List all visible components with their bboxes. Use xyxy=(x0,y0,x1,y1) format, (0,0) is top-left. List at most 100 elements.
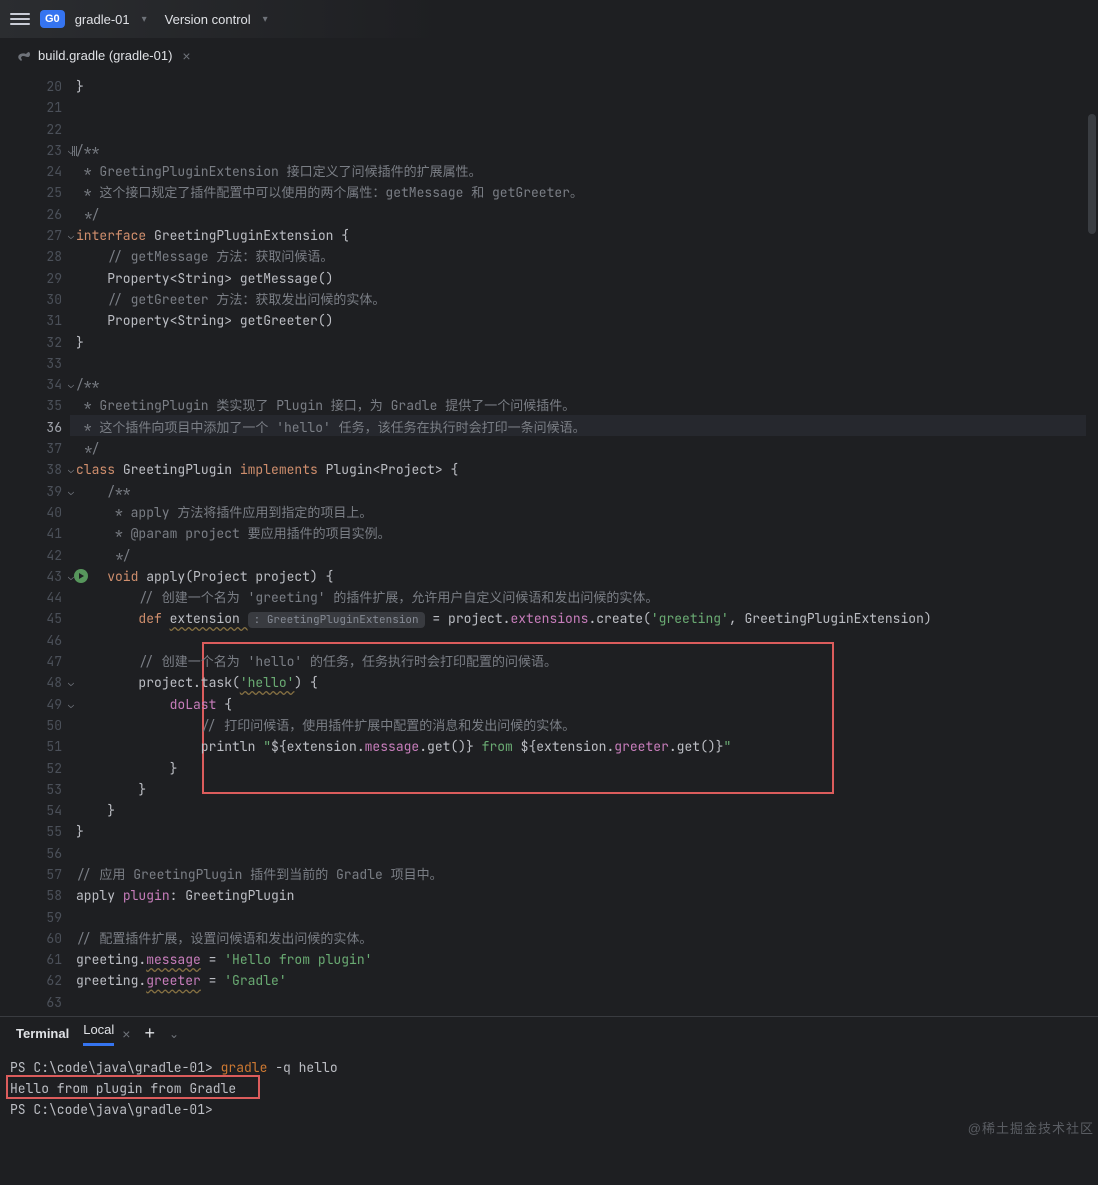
project-badge: G0 xyxy=(40,10,65,28)
chevron-down-icon[interactable]: ▾ xyxy=(263,14,268,25)
editor-tab[interactable]: build.gradle (gradle-01) × xyxy=(10,44,197,68)
gutter-row: 41 xyxy=(0,523,70,544)
code-line[interactable] xyxy=(76,907,1098,928)
tab-filename: build.gradle (gradle-01) xyxy=(38,48,172,63)
gutter-row: 61 xyxy=(0,949,70,970)
code-line[interactable]: // 应用 GreetingPlugin 插件到当前的 Gradle 项目中。 xyxy=(76,864,1098,885)
gutter-row: 43⌄ xyxy=(0,566,70,587)
code-line[interactable]: */ xyxy=(76,204,1098,225)
code-line[interactable]: */ xyxy=(76,438,1098,459)
code-line[interactable]: * @param project 要应用插件的项目实例。 xyxy=(76,523,1098,544)
code-line[interactable]: // 打印问候语，使用插件扩展中配置的消息和发出问候的实体。 xyxy=(76,715,1098,736)
gutter-row: 57 xyxy=(0,864,70,885)
gutter-row: 44 xyxy=(0,587,70,608)
code-content[interactable]: } /** * GreetingPluginExtension 接口定义了问候插件… xyxy=(70,74,1098,1016)
code-line[interactable]: def extension : GreetingPluginExtension … xyxy=(76,608,1098,629)
gutter-row: 26 xyxy=(0,204,70,225)
code-line[interactable] xyxy=(76,843,1098,864)
code-line[interactable]: * 这个接口规定了插件配置中可以使用的两个属性：getMessage 和 get… xyxy=(76,182,1098,203)
code-line[interactable]: project.task('hello') { xyxy=(76,672,1098,693)
gutter-row: 37 xyxy=(0,438,70,459)
code-line[interactable] xyxy=(76,630,1098,651)
close-icon[interactable]: × xyxy=(182,48,190,64)
chevron-down-icon[interactable]: ▾ xyxy=(142,14,147,25)
code-line[interactable]: // 创建一个名为 'hello' 的任务，任务执行时会打印配置的问候语。 xyxy=(76,651,1098,672)
code-line[interactable]: doLast { xyxy=(76,694,1098,715)
gutter-row: 36 xyxy=(0,417,70,438)
close-icon[interactable]: × xyxy=(122,1026,130,1042)
code-line[interactable]: * GreetingPlugin 类实现了 Plugin 接口，为 Gradle… xyxy=(76,395,1098,416)
gutter-row: 29 xyxy=(0,268,70,289)
code-line[interactable]: * apply 方法将插件应用到指定的项目上。 xyxy=(76,502,1098,523)
code-line[interactable]: * GreetingPluginExtension 接口定义了问候插件的扩展属性… xyxy=(76,161,1098,182)
version-control-menu[interactable]: Version control xyxy=(165,12,251,27)
gutter-row: 23⌄ xyxy=(0,140,70,161)
gutter-row: 49⌄ xyxy=(0,694,70,715)
gutter-row: 22 xyxy=(0,119,70,140)
code-editor[interactable]: 20212223⌄24252627⌄28293031323334⌄3536373… xyxy=(0,74,1098,1016)
code-line[interactable]: /** xyxy=(76,140,1098,161)
gutter-row: 63 xyxy=(0,992,70,1013)
terminal-tab-local[interactable]: Local xyxy=(83,1022,114,1046)
gutter-row: 35 xyxy=(0,395,70,416)
watermark: @稀土掘金技术社区 xyxy=(968,1118,1094,1137)
code-line[interactable]: void apply(Project project) { xyxy=(76,566,1098,587)
code-line[interactable]: } xyxy=(76,821,1098,842)
code-line[interactable]: interface GreetingPluginExtension { xyxy=(76,225,1098,246)
code-line[interactable] xyxy=(76,353,1098,374)
code-line[interactable]: greeting.greeter = 'Gradle' xyxy=(76,970,1098,991)
inlay-hint: : GreetingPluginExtension xyxy=(248,612,425,628)
code-line[interactable]: */ xyxy=(76,545,1098,566)
code-line[interactable]: // 配置插件扩展，设置问候语和发出问候的实体。 xyxy=(76,928,1098,949)
code-line[interactable]: /** xyxy=(76,374,1098,395)
code-line[interactable] xyxy=(76,119,1098,140)
gutter-row: 52 xyxy=(0,758,70,779)
code-line[interactable]: // 创建一个名为 'greeting' 的插件扩展，允许用户自定义问候语和发出… xyxy=(76,587,1098,608)
plus-icon[interactable]: + xyxy=(144,1023,155,1044)
gutter-row: 53 xyxy=(0,779,70,800)
terminal-title[interactable]: Terminal xyxy=(16,1026,69,1041)
code-line[interactable]: // getGreeter 方法：获取发出问候的实体。 xyxy=(76,289,1098,310)
code-line[interactable]: /** xyxy=(76,481,1098,502)
code-line[interactable]: } xyxy=(76,332,1098,353)
gutter-row: 42 xyxy=(0,545,70,566)
gutter-row: 48⌄ xyxy=(0,672,70,693)
terminal-tab-bar: Terminal Local × + ⌄ xyxy=(0,1017,1098,1051)
editor-tab-bar: build.gradle (gradle-01) × xyxy=(0,38,1098,74)
code-line[interactable] xyxy=(76,992,1098,1013)
gutter-row: 30 xyxy=(0,289,70,310)
code-line[interactable]: } xyxy=(76,779,1098,800)
gutter-row: 55 xyxy=(0,821,70,842)
terminal-panel: Terminal Local × + ⌄ PS C:\code\java\gra… xyxy=(0,1016,1098,1184)
code-line[interactable]: apply plugin: GreetingPlugin xyxy=(76,885,1098,906)
gutter-row: 39⌄ xyxy=(0,481,70,502)
code-line[interactable]: } xyxy=(76,800,1098,821)
code-line[interactable]: greeting.message = 'Hello from plugin' xyxy=(76,949,1098,970)
gutter-row: 31 xyxy=(0,310,70,331)
gutter-row: 25 xyxy=(0,182,70,203)
chevron-down-icon[interactable]: ⌄ xyxy=(169,1027,179,1041)
code-line[interactable]: Property<String> getMessage() xyxy=(76,268,1098,289)
gutter-row: 59 xyxy=(0,907,70,928)
gutter-row: 51 xyxy=(0,736,70,757)
gutter-row: 47 xyxy=(0,651,70,672)
code-line[interactable]: } xyxy=(76,758,1098,779)
gutter-row: 28 xyxy=(0,246,70,267)
code-line[interactable]: // getMessage 方法：获取问候语。 xyxy=(76,246,1098,267)
gutter-row: 62 xyxy=(0,970,70,991)
code-line[interactable]: println "${extension.message.get()} from… xyxy=(76,736,1098,757)
terminal-output[interactable]: PS C:\code\java\gradle-01> gradle -q hel… xyxy=(0,1051,1098,1126)
gutter-row: 27⌄ xyxy=(0,225,70,246)
gutter-row: 56 xyxy=(0,843,70,864)
code-line[interactable]: class GreetingPlugin implements Plugin<P… xyxy=(76,459,1098,480)
gradle-file-icon xyxy=(16,48,32,64)
hamburger-icon[interactable] xyxy=(10,9,30,29)
gutter-row: 54 xyxy=(0,800,70,821)
gutter-row: 58 xyxy=(0,885,70,906)
code-line[interactable]: * 这个插件向项目中添加了一个 'hello' 任务，该任务在执行时会打印一条问… xyxy=(76,417,1098,438)
code-line[interactable]: } xyxy=(76,76,1098,97)
gutter-row: 40 xyxy=(0,502,70,523)
code-line[interactable] xyxy=(76,97,1098,118)
code-line[interactable]: Property<String> getGreeter() xyxy=(76,310,1098,331)
project-name[interactable]: gradle-01 xyxy=(75,12,130,27)
